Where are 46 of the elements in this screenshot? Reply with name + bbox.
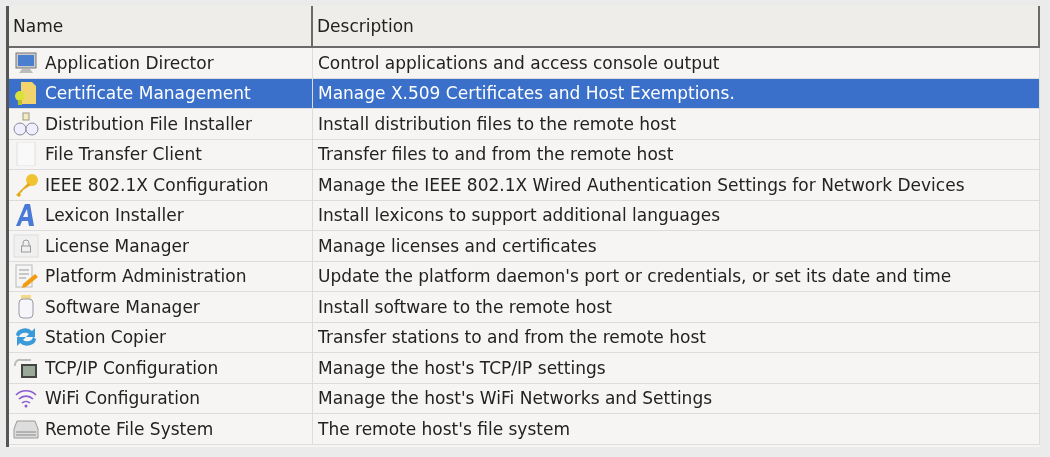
description-cell: Manage the IEEE 802.1X Wired Authentication Settings for Network Devices [313,170,1040,201]
description-cell: Update the platform daemon's port or credentials, or set its date and time [313,261,1040,292]
name-cell[interactable]: Platform Administration [9,261,313,292]
monitor-icon [13,50,39,75]
tool-name: Lexicon Installer [45,205,184,226]
tool-name: Certificate Management [45,83,251,104]
description-cell: Install lexicons to support additional languages [313,200,1040,231]
description-cell: Manage the host's WiFi Networks and Settings [313,383,1040,414]
name-cell[interactable]: Application Director [9,48,313,79]
tool-name: Distribution File Installer [45,113,253,134]
tool-name: IEEE 802.1X Configuration [45,174,269,195]
description-cell: The remote host's file system [313,414,1040,445]
name-cell[interactable]: Remote File System [9,414,313,445]
tool-name: Platform Administration [45,266,247,287]
jars-icon [13,111,39,136]
name-cell[interactable]: Certificate Management [9,78,313,109]
description-cell: Manage the host's TCP/IP settings [313,353,1040,384]
description-cell: Transfer stations to and from the remote host [313,322,1040,353]
description-cell: Manage X.509 Certificates and Host Exemptions. [313,78,1040,109]
certificate-icon [13,81,39,106]
tool-name: WiFi Configuration [45,388,201,409]
name-cell[interactable]: License Manager [9,231,313,262]
name-cell[interactable]: Distribution File Installer [9,109,313,140]
tool-name: License Manager [45,235,189,256]
name-cell[interactable]: TCP/IP Configuration [9,353,313,384]
name-cell[interactable]: Software Manager [9,292,313,323]
tool-name: File Transfer Client [45,144,202,165]
description-cell: Manage licenses and certificates [313,231,1040,262]
description-cell: Install distribution files to the remote host [313,109,1040,140]
name-cell[interactable]: File Transfer Client [9,139,313,170]
tool-name: Station Copier [45,327,167,348]
tool-name: Remote File System [45,418,214,439]
tool-name: TCP/IP Configuration [45,357,219,378]
lock-icon [13,233,39,258]
column-header[interactable]: Name [9,6,313,48]
name-cell[interactable]: Lexicon Installer [9,200,313,231]
name-cell[interactable]: Station Copier [9,322,313,353]
name-cell[interactable]: IEEE 802.1X Configuration [9,170,313,201]
name-cell[interactable]: WiFi Configuration [9,383,313,414]
column-header[interactable]: Description [313,6,1040,48]
document-edit-icon [13,264,39,289]
description-cell: Control applications and access console output [313,48,1040,79]
tool-name: Software Manager [45,296,200,317]
tool-name: Application Director [45,52,214,73]
description-cell: Install software to the remote host [313,292,1040,323]
description-cell: Transfer files to and from the remote host [313,139,1040,170]
